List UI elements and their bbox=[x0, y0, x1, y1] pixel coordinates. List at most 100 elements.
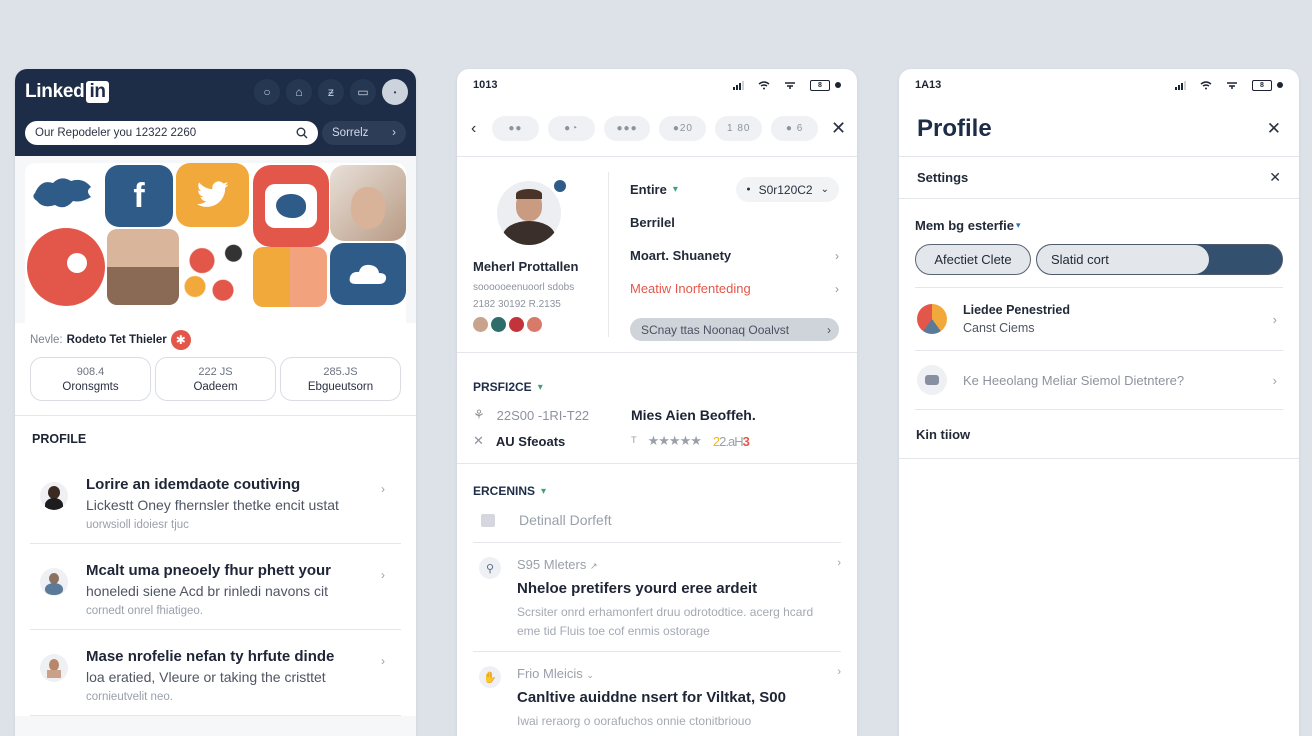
list-item[interactable]: Lorire an idemdaote coutiving Lickestt O… bbox=[30, 462, 401, 544]
stat-card[interactable]: 222 JS Oadeem bbox=[155, 357, 276, 401]
person-photo bbox=[330, 165, 406, 241]
item-subtext: cornedt onrel fhiatigeo. bbox=[86, 605, 203, 617]
chevron-right-icon: › bbox=[835, 281, 839, 296]
chevron-right-icon: › bbox=[837, 557, 841, 569]
list-item[interactable]: Mcalt uma pneoely fhur phett your honele… bbox=[30, 548, 401, 630]
app-header: Linked in ○ ⌂ ᵶ ▭ • Our Repodeler you 12… bbox=[15, 69, 416, 156]
avatar bbox=[40, 482, 68, 510]
stat-label: Oadeem bbox=[193, 380, 238, 393]
profile-tagline: Nevle: Rodeto Tet Thieler ✱ bbox=[30, 323, 401, 350]
chevron-right-icon: › bbox=[381, 482, 385, 496]
search-input-value: Our Repodeler you 12322 2260 bbox=[35, 127, 197, 139]
chevron-down-icon: ⌄ bbox=[820, 184, 829, 195]
segment-option-b-label: Slatid cort bbox=[1051, 252, 1109, 267]
rating: ᵀ ★★★★★ 22.aH3 bbox=[631, 432, 841, 450]
stat-value: 222 JS bbox=[198, 365, 233, 378]
berrilel-label: Berrilel bbox=[630, 215, 675, 230]
segmented-control: Afectiet Clete Slatid cort bbox=[915, 244, 1283, 288]
moart-row[interactable]: Moart. Shuanety › bbox=[630, 239, 839, 272]
list-item[interactable]: Ke Heeolang Meliar Siemol Dietntere? › bbox=[915, 351, 1283, 410]
orange-blocks bbox=[253, 247, 327, 307]
jobs-icon[interactable]: ᵶ bbox=[318, 79, 344, 105]
event-kicker: Frio Mleicis bbox=[517, 666, 583, 681]
arrow-icon: ↗ bbox=[590, 561, 598, 571]
list-item[interactable]: Mase nrofelie nefan ty hrfute dinde loa … bbox=[30, 634, 401, 716]
search-button[interactable]: Sorrelz › bbox=[322, 121, 406, 145]
action-pill-button[interactable]: SCnay ttas Noonaq Ooalvst › bbox=[630, 318, 839, 341]
online-status-dot bbox=[554, 180, 566, 192]
signal-icon bbox=[1175, 80, 1186, 90]
segment-option-a-label: Afectiet Clete bbox=[934, 252, 1012, 267]
network-icon bbox=[1227, 81, 1237, 89]
search-input[interactable]: Our Repodeler you 12322 2260 bbox=[25, 121, 318, 145]
calendar-icon: ⚘ bbox=[473, 407, 485, 422]
filter-chip[interactable]: ●●● bbox=[603, 116, 651, 141]
avatar bbox=[40, 654, 68, 682]
chevron-right-icon: › bbox=[1272, 372, 1277, 388]
close-icon[interactable]: ✕ bbox=[1267, 119, 1281, 139]
wifi-icon bbox=[758, 80, 770, 89]
avatar bbox=[509, 317, 524, 332]
filter-chip[interactable]: ●20 bbox=[659, 116, 707, 141]
segment-option-b-progress[interactable]: Slatid cort bbox=[1036, 244, 1283, 275]
event-text: Scrsiter onrd erhamonfert druu odrotodti… bbox=[517, 605, 814, 638]
location-icon bbox=[1277, 82, 1283, 88]
row-title: Liedee Penestried bbox=[963, 303, 1070, 317]
stat-card[interactable]: 908.4 Oronsgmts bbox=[30, 357, 151, 401]
profile-avatar[interactable] bbox=[497, 181, 561, 245]
user-avatar[interactable]: • bbox=[382, 79, 408, 105]
stat-label: Ebgueutsorn bbox=[307, 380, 374, 393]
pref-sub: AU Sfeoats bbox=[495, 433, 566, 449]
faces-collage bbox=[107, 229, 179, 305]
logo-in-box: in bbox=[86, 81, 109, 103]
avatar bbox=[491, 317, 506, 332]
item-title: Lorire an idemdaote coutiving bbox=[86, 476, 301, 493]
back-icon[interactable]: ‹ bbox=[471, 120, 483, 138]
item-subtext: uorwsioll idoiesr tjuc bbox=[86, 519, 189, 531]
berrilel-row: Berrilel bbox=[630, 206, 839, 239]
filter-chip[interactable]: 1 80 bbox=[715, 116, 763, 141]
card-icon[interactable]: ▭ bbox=[350, 79, 376, 105]
list-item[interactable]: ⚲ S95 Mleters ↗ Nheloe pretifers yourd e… bbox=[473, 543, 841, 652]
footer-label[interactable]: Kin tiiow bbox=[915, 410, 1283, 458]
year-select-value: S0r120C2 bbox=[758, 182, 813, 197]
close-icon[interactable]: ✕ bbox=[831, 118, 846, 139]
status-time: 1A13 bbox=[915, 79, 942, 91]
close-icon[interactable]: ✕ bbox=[1269, 169, 1281, 186]
chevron-down-icon: ⌄ bbox=[586, 670, 594, 680]
search-row: Our Repodeler you 12322 2260 Sorrelz › bbox=[25, 121, 406, 145]
chevron-right-icon: › bbox=[381, 654, 385, 668]
status-time: 1013 bbox=[473, 79, 498, 91]
verified-icon: ▾ bbox=[672, 184, 678, 195]
battery-icon: 8 bbox=[1252, 79, 1272, 91]
segment-option-a[interactable]: Afectiet Clete bbox=[915, 244, 1031, 275]
messages-icon[interactable]: ⌂ bbox=[286, 79, 312, 105]
filter-chip[interactable]: ●◔ bbox=[547, 116, 595, 141]
profile-name: Meherl Prottallen bbox=[473, 259, 579, 274]
entire-label: Entire bbox=[630, 182, 667, 197]
moart-label: Moart. Shuanety bbox=[630, 248, 732, 263]
app-logo[interactable]: Linked in bbox=[25, 81, 109, 103]
list-item[interactable]: Liedee Penestried Canst Ciems › bbox=[915, 288, 1283, 351]
search-icon[interactable] bbox=[296, 127, 308, 139]
avatar bbox=[40, 568, 68, 596]
year-select[interactable]: ● S0r120C2 ⌄ bbox=[736, 177, 839, 202]
verified-icon: ▾ bbox=[541, 485, 547, 497]
list-item[interactable]: ✋ Frio Mleicis ⌄ Canltive auiddne nsert … bbox=[473, 652, 841, 736]
page-header: Profile ✕ bbox=[899, 101, 1299, 157]
connections-avatars[interactable] bbox=[473, 317, 608, 332]
empty-text: Detinall Dorfeft bbox=[519, 512, 612, 528]
pref-date: 22S00 -1RI-T22 bbox=[496, 407, 590, 423]
badge-icon[interactable]: ✱ bbox=[170, 330, 191, 350]
notifications-icon[interactable]: ○ bbox=[254, 79, 280, 105]
chevron-right-icon: › bbox=[1272, 311, 1277, 327]
storage-icon bbox=[917, 365, 947, 395]
logo-text: Linked bbox=[25, 81, 85, 102]
tools-icon: ✕ bbox=[473, 433, 484, 448]
profile-panel: 1013 8 ‹ ●● ●◔ ●●● ●20 1 80 ● 6 ✕ Meherl… bbox=[457, 69, 857, 736]
red-link-row[interactable]: Meatiw Inorfenteding › bbox=[630, 272, 839, 305]
stat-card[interactable]: 285.JS Ebgueutsorn bbox=[280, 357, 401, 401]
filter-chip[interactable]: ●● bbox=[491, 116, 539, 141]
filter-chip[interactable]: ● 6 bbox=[771, 116, 819, 141]
tagline-value: Rodeto Tet Thieler bbox=[66, 334, 167, 346]
